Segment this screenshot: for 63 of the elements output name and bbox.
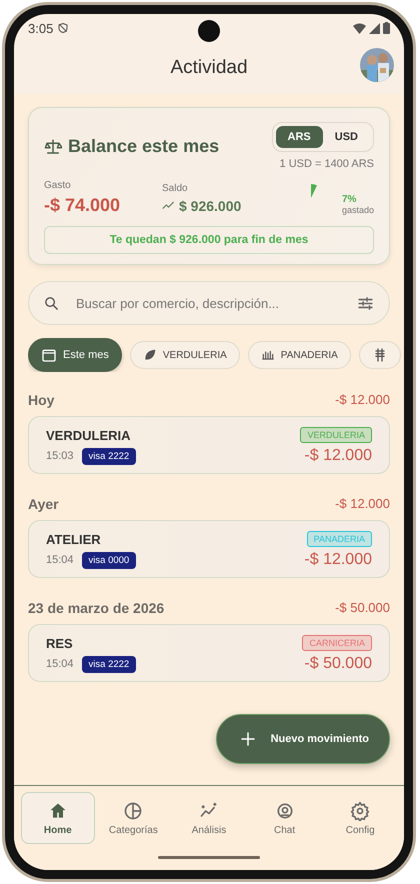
gauge-caption: gastado (342, 204, 374, 214)
nav-tab[interactable]: Chat (248, 792, 322, 844)
category-tag: VERDULERIA (300, 427, 372, 443)
gauge-percent: 7% (342, 194, 358, 204)
day-total: -$ 12.000 (335, 392, 390, 408)
date-heading: Hoy (28, 392, 54, 408)
transaction-amount: -$ 50.000 (304, 655, 372, 673)
transaction-time: 15:03 (46, 450, 74, 462)
new-transaction-button[interactable]: Nuevo movimiento (216, 714, 390, 764)
camera-icon (198, 20, 220, 42)
transaction-time: 15:04 (46, 658, 74, 670)
filter-chip[interactable]: Este mes (28, 338, 122, 372)
date-heading: 23 de marzo de 2026 (28, 600, 164, 616)
transaction-card[interactable]: VERDULERIA VERDULERIA 15:03 visa 2222 -$ 12.000 (28, 416, 390, 474)
transaction-amount: -$ 12.000 (304, 551, 372, 569)
calendar-icon (41, 347, 57, 363)
settings-icon (350, 800, 370, 820)
page-title: Actividad (170, 57, 248, 79)
spent-label: Gasto (44, 180, 72, 191)
search-field[interactable]: Buscar por comercio, descripción... (74, 294, 342, 312)
transaction-amount: -$ 12.000 (304, 447, 372, 465)
balance-label: Saldo (162, 182, 189, 194)
balance-title: Balance este mes (68, 136, 220, 157)
transaction-card[interactable]: ATELIER PANADERIA 15:04 visa 0000 -$ 12.000 (28, 520, 390, 578)
card-tag: visa 0000 (82, 552, 136, 568)
search-icon (43, 294, 60, 312)
merchant-name: ATELIER (46, 532, 101, 546)
category-tag: PANADERIA (306, 531, 372, 547)
filter-chip[interactable]: VERDULERIA (130, 341, 240, 369)
day-total: -$ 12.000 (335, 496, 390, 512)
gauge-wedge (310, 184, 317, 198)
card-tag: visa 2222 (82, 656, 136, 672)
signal-icon (369, 22, 380, 34)
balance-amount: $ 926.000 (179, 198, 242, 214)
filter-chip[interactable]: PANADERIA (248, 341, 351, 369)
filter-chip[interactable] (358, 341, 401, 369)
pie-chart-icon (123, 800, 144, 820)
nav-tab[interactable]: Home (20, 792, 95, 844)
currency-option[interactable]: USD (322, 126, 370, 148)
merchant-name: RES (46, 636, 73, 650)
scale-icon (44, 138, 62, 156)
date-heading: Ayer (28, 496, 59, 512)
category-tag: CARNICERIA (302, 635, 372, 651)
nav-tab[interactable]: Análisis (172, 792, 246, 844)
wifi-icon (353, 22, 366, 34)
transaction-card[interactable]: RES CARNICERIA 15:04 visa 2222 -$ 50.000 (28, 624, 390, 682)
day-total: -$ 50.000 (335, 600, 390, 616)
transaction-time: 15:04 (46, 554, 74, 566)
card-tag: visa 2222 (82, 448, 136, 464)
exchange-rate: 1 USD = 1400 ARS (280, 158, 374, 170)
remaining-banner: Te quedan $ 926.000 para fin de mes (44, 226, 374, 254)
status-time: 3:05 (28, 20, 54, 36)
home-indicator[interactable] (158, 856, 260, 858)
nav-tab[interactable]: Config (323, 792, 398, 844)
shield-icon (57, 22, 70, 34)
nav-tab[interactable]: Categorías (96, 792, 170, 844)
currency-option[interactable]: ARS (276, 126, 323, 148)
spent-amount: -$ 74.000 (44, 195, 122, 216)
merchant-name: VERDULERIA (46, 428, 131, 442)
plus-icon (238, 730, 257, 748)
search-bar[interactable]: Buscar por comercio, descripción... (28, 281, 390, 325)
leaf-icon (142, 348, 157, 362)
battery-icon (383, 22, 390, 34)
